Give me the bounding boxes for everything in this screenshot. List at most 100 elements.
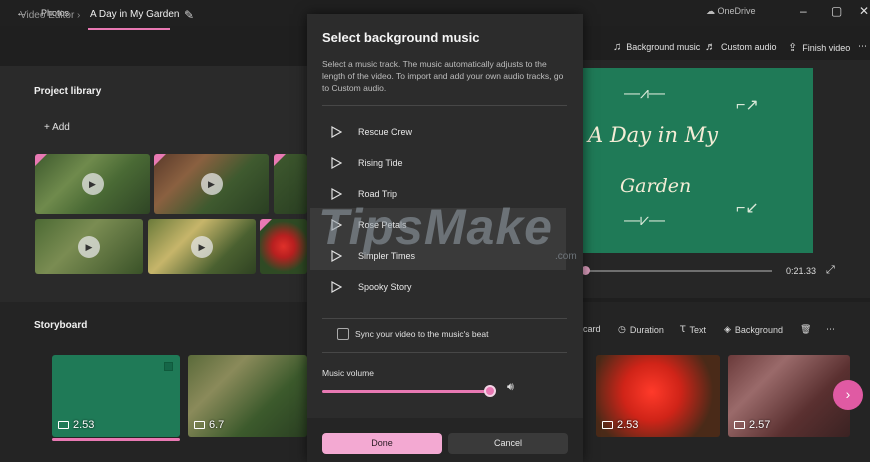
add-media-button[interactable]: + Add xyxy=(44,122,70,133)
play-track-icon[interactable] xyxy=(331,281,342,293)
library-thumb-2[interactable]: ▶ xyxy=(154,154,269,214)
clip-duration: 6.7 xyxy=(194,419,224,431)
clip-duration-value: 2.53 xyxy=(617,419,639,431)
music-note-icon: ♫ xyxy=(613,41,622,53)
background-label: Background xyxy=(734,324,783,335)
duration-label: Duration xyxy=(629,324,664,335)
title-card-label: card xyxy=(583,324,601,334)
custom-audio-button[interactable]: ♬ Custom audio xyxy=(705,41,777,53)
storyboard-more-icon[interactable]: ⋯ xyxy=(826,324,835,335)
storyboard-clip-3[interactable]: 2.53 xyxy=(596,355,720,437)
project-title[interactable]: A Day in My Garden xyxy=(90,9,179,20)
library-thumb-6[interactable] xyxy=(260,219,307,274)
track-label: Rescue Crew xyxy=(358,127,413,137)
play-track-icon[interactable] xyxy=(331,126,342,138)
watermark-suffix: .com xyxy=(555,251,577,262)
selected-corner-marker xyxy=(154,154,166,166)
track-spooky-story[interactable]: Spooky Story xyxy=(331,280,412,294)
clock-icon: ◷ xyxy=(618,324,626,334)
play-icon: ▶ xyxy=(81,173,104,195)
dialog-title: Select background music xyxy=(322,30,480,45)
card-title-line1: A Day in My xyxy=(588,123,719,147)
paint-icon: ◈ xyxy=(724,324,731,334)
clip-duration-value: 2.57 xyxy=(749,419,771,431)
duration-button[interactable]: ◷ Duration xyxy=(618,324,664,335)
watermark: TipsMake xyxy=(318,199,553,255)
library-thumb-5[interactable]: ▶ xyxy=(148,219,256,274)
dialog-description: Select a music track. The music automati… xyxy=(322,59,564,93)
minimize-button[interactable]: – xyxy=(800,4,807,18)
title-card-button[interactable]: card xyxy=(583,324,601,334)
export-icon: ⇪ xyxy=(788,42,798,54)
card-title-line2: Garden xyxy=(620,175,692,197)
play-icon: ▶ xyxy=(200,173,223,195)
text-icon: Ꚍ xyxy=(680,324,686,334)
ornament-top-right-icon: ⌐↗ xyxy=(736,97,759,114)
track-rising-tide[interactable]: Rising Tide xyxy=(331,156,403,170)
sync-beat-label[interactable]: Sync your video to the music's beat xyxy=(355,329,488,339)
ornament-bottom-left-icon: —⩗— xyxy=(624,212,666,229)
cancel-button[interactable]: Cancel xyxy=(448,433,568,454)
edit-title-pencil-icon[interactable]: ✎ xyxy=(184,8,194,22)
maximize-button[interactable]: ▢ xyxy=(831,4,842,18)
finish-video-label: Finish video xyxy=(802,42,851,53)
dialog-divider xyxy=(322,318,567,319)
dialog-divider xyxy=(322,352,567,353)
done-button[interactable]: Done xyxy=(322,433,442,454)
custom-audio-label: Custom audio xyxy=(721,42,777,52)
background-music-label: Background music xyxy=(626,42,701,52)
clip-checkbox[interactable] xyxy=(164,362,173,371)
music-volume-thumb[interactable] xyxy=(484,385,496,397)
more-options-icon[interactable]: ⋯ xyxy=(858,41,867,52)
preview-seek-bar[interactable] xyxy=(585,270,772,272)
onedrive-status[interactable]: ☁ OneDrive xyxy=(706,6,756,17)
storyboard-title: Storyboard xyxy=(34,320,88,331)
sync-beat-checkbox[interactable] xyxy=(337,328,349,340)
clip-duration-value: 6.7 xyxy=(209,419,225,431)
selected-corner-marker xyxy=(35,154,47,166)
storyboard-clip-2[interactable]: 6.7 xyxy=(188,355,307,437)
library-thumb-4[interactable]: ▶ xyxy=(35,219,143,274)
dialog-divider xyxy=(322,105,567,106)
clip-duration: 2.57 xyxy=(734,419,770,431)
photo-duration-icon xyxy=(734,421,745,429)
title-underline xyxy=(88,28,170,30)
music-volume-slider[interactable] xyxy=(322,390,490,393)
text-button[interactable]: Ꚍ Text xyxy=(680,324,706,335)
selected-corner-marker xyxy=(274,154,286,166)
play-track-icon[interactable] xyxy=(331,157,342,169)
clip-duration: 2.53 xyxy=(58,419,94,431)
selected-clip-indicator xyxy=(52,438,180,441)
clip-duration-value: 2.53 xyxy=(73,419,95,431)
project-library-title: Project library xyxy=(34,86,102,97)
breadcrumb-video-editor[interactable]: Video Editor xyxy=(20,10,74,21)
expand-icon[interactable]: ⤢ xyxy=(826,264,835,277)
ornament-top-left-icon: —⩘— xyxy=(624,85,666,102)
scroll-next-icon[interactable]: › xyxy=(833,380,863,410)
title-card-preview xyxy=(583,68,813,253)
delete-icon[interactable]: 🗑 xyxy=(800,324,811,335)
background-button[interactable]: ◈ Background xyxy=(724,324,783,335)
track-label: Rising Tide xyxy=(358,158,403,168)
close-button[interactable]: ✕ xyxy=(859,4,869,18)
custom-audio-icon: ♬ xyxy=(705,41,716,53)
clip-duration: 2.53 xyxy=(602,419,638,431)
library-thumb-3[interactable] xyxy=(274,154,307,214)
play-icon: ▶ xyxy=(78,235,100,258)
storyboard-clip-4[interactable]: 2.57 xyxy=(728,355,850,437)
selected-corner-marker xyxy=(260,219,272,231)
photo-duration-icon xyxy=(602,421,613,429)
card-duration-icon xyxy=(58,421,69,429)
preview-time: 0:21.33 xyxy=(786,266,817,276)
text-label: Text xyxy=(689,324,707,335)
music-volume-label: Music volume xyxy=(322,368,374,378)
breadcrumb-separator-icon: › xyxy=(77,10,81,21)
background-music-button[interactable]: ♫ Background music xyxy=(613,41,700,53)
storyboard-clip-1[interactable]: 2.53 xyxy=(52,355,180,437)
ornament-bottom-right-icon: ⌐↙ xyxy=(736,200,759,217)
library-thumb-1[interactable]: ▶ xyxy=(35,154,150,214)
track-rescue-crew[interactable]: Rescue Crew xyxy=(331,125,412,139)
finish-video-button[interactable]: ⇪ Finish video xyxy=(788,41,850,54)
speaker-volume-icon[interactable]: 🔊︎ xyxy=(507,381,514,394)
photo-duration-icon xyxy=(194,421,205,429)
